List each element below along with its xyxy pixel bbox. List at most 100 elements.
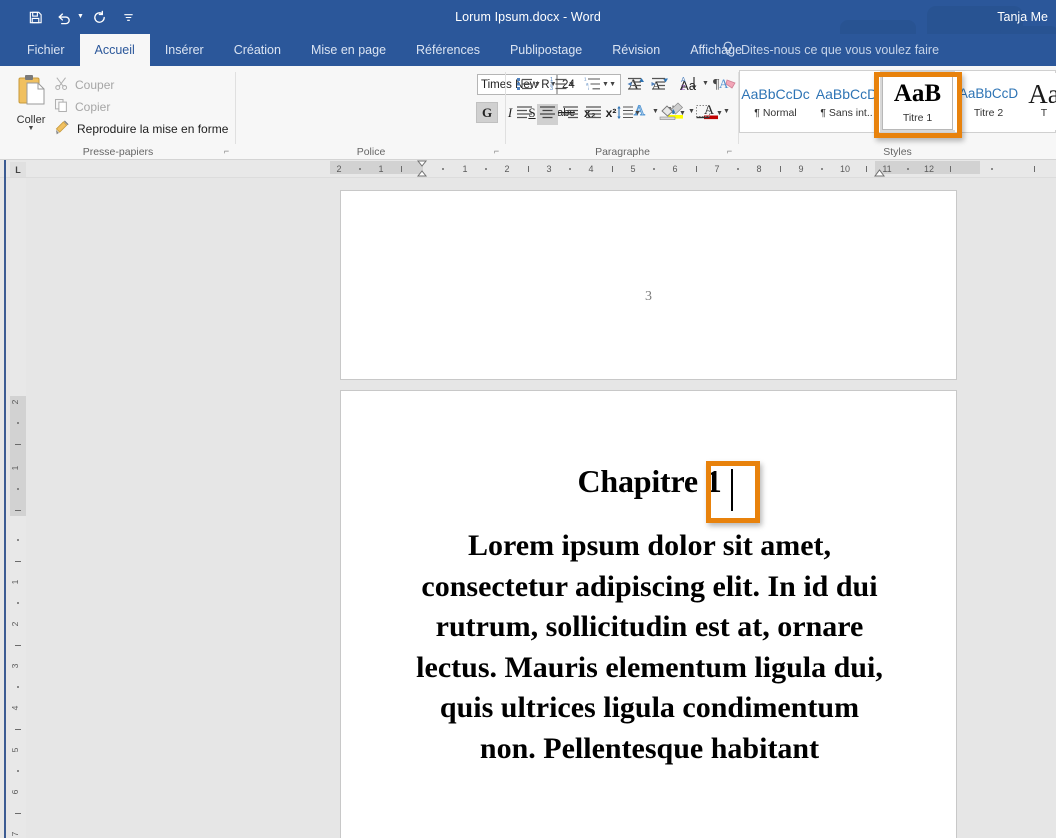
paste-dropdown-icon[interactable]: ▼ xyxy=(28,125,35,132)
tell-me-box[interactable]: Dites-nous ce que vous voulez faire xyxy=(722,34,939,66)
svg-text:A: A xyxy=(681,77,686,84)
paste-button[interactable]: Coller ▼ xyxy=(8,70,54,134)
style-normal-sample: AaBbCcDc xyxy=(741,85,809,103)
bullet-list-button[interactable] xyxy=(514,75,535,96)
horizontal-ruler[interactable]: 21 123 456 789 101112 xyxy=(0,160,1056,178)
justify-button[interactable] xyxy=(583,104,604,125)
align-left-icon xyxy=(516,105,533,124)
sort-button[interactable]: A Z xyxy=(678,75,702,96)
group-styles: AaBbCcDc ¶ Normal AaBbCcD ¶ Sans int.. A… xyxy=(739,66,1056,160)
style-titre-1-sample: AaB xyxy=(894,80,941,108)
style-sans-interligne-label: ¶ Sans int.. xyxy=(820,107,872,119)
line-spacing-dropdown-icon[interactable]: ▼ xyxy=(634,110,641,117)
svg-text:1: 1 xyxy=(10,465,20,470)
document-text[interactable]: Chapitre 1 Lorem ipsum dolor sit amet, c… xyxy=(411,463,888,769)
align-right-button[interactable] xyxy=(560,104,581,125)
svg-text:2: 2 xyxy=(10,399,20,404)
shading-bucket-icon xyxy=(658,104,678,126)
shading-button[interactable] xyxy=(656,104,679,125)
style-titre-next[interactable]: Aa T xyxy=(1024,73,1056,130)
account-name[interactable]: Tanja Me xyxy=(997,0,1048,34)
vertical-ruler[interactable]: 2 1 1 2 3 4 5 6 7 xyxy=(10,178,26,838)
cut-button[interactable]: Couper xyxy=(54,74,114,95)
tab-references[interactable]: Références xyxy=(401,34,495,66)
svg-text:7: 7 xyxy=(714,164,719,174)
svg-text:3: 3 xyxy=(10,663,20,668)
font-dialog-launcher[interactable]: ⌐ xyxy=(491,146,502,157)
align-center-icon xyxy=(539,105,556,124)
style-titre-1[interactable]: AaB Titre 1 xyxy=(882,73,953,130)
clipboard-dialog-launcher[interactable]: ⌐ xyxy=(221,146,232,157)
svg-text:8: 8 xyxy=(756,164,761,174)
copy-button[interactable]: Copier xyxy=(54,96,110,117)
justify-icon xyxy=(585,105,602,124)
clipboard-group-label: Presse-papiers xyxy=(0,146,236,158)
document-heading-number: 1 xyxy=(706,463,722,499)
borders-button[interactable] xyxy=(693,104,714,125)
style-sans-interligne-sample: AaBbCcD xyxy=(816,85,877,103)
tab-revision[interactable]: Révision xyxy=(597,34,675,66)
borders-dropdown-icon[interactable]: ▼ xyxy=(716,110,723,117)
svg-text:3: 3 xyxy=(546,164,551,174)
style-normal[interactable]: AaBbCcDc ¶ Normal xyxy=(740,73,811,130)
bullet-list-dropdown-icon[interactable]: ▼ xyxy=(534,81,541,88)
show-formatting-marks-button[interactable]: ¶ xyxy=(708,75,729,96)
tab-fichier[interactable]: Fichier xyxy=(12,34,80,66)
multilevel-list-icon: 1ai xyxy=(584,76,601,96)
tab-publipostage[interactable]: Publipostage xyxy=(495,34,597,66)
customize-qat-icon[interactable] xyxy=(116,5,142,29)
tab-accueil[interactable]: Accueil xyxy=(80,34,150,66)
cut-label: Couper xyxy=(75,78,114,92)
svg-text:7: 7 xyxy=(10,831,20,836)
increase-indent-button[interactable] xyxy=(648,75,669,96)
page-previous: 3 xyxy=(340,190,957,380)
decrease-indent-icon xyxy=(626,76,643,96)
page-current[interactable]: Chapitre 1 Lorem ipsum dolor sit amet, c… xyxy=(340,390,957,838)
copy-icon xyxy=(54,98,69,116)
numbered-list-dropdown-icon[interactable]: ▼ xyxy=(568,81,575,88)
paragraph-dialog-launcher[interactable]: ⌐ xyxy=(724,146,735,157)
svg-text:5: 5 xyxy=(10,747,20,752)
ribbon-tab-strip: Fichier Accueil Insérer Création Mise en… xyxy=(0,34,1056,66)
numbered-list-button[interactable]: 123 xyxy=(548,75,569,96)
style-titre-2[interactable]: AaBbCcD Titre 2 xyxy=(953,73,1024,130)
lightbulb-icon xyxy=(722,41,734,59)
styles-group-label: Styles xyxy=(739,146,1056,158)
quick-access-toolbar: ▼ xyxy=(22,5,142,29)
bold-button[interactable]: G xyxy=(476,102,498,123)
borders-icon xyxy=(695,104,712,125)
text-cursor xyxy=(731,469,733,511)
svg-text:6: 6 xyxy=(10,789,20,794)
tab-inserer[interactable]: Insérer xyxy=(150,34,219,66)
left-edge-accent xyxy=(4,160,6,838)
window-title: Lorum Ipsum.docx - Word xyxy=(0,0,1056,34)
multilevel-list-button[interactable]: 1ai xyxy=(582,75,603,96)
format-painter-button[interactable]: Reproduire la mise en forme xyxy=(54,118,228,139)
style-sans-interligne[interactable]: AaBbCcD ¶ Sans int.. xyxy=(811,73,882,130)
save-icon[interactable] xyxy=(22,5,48,29)
paragraph-group-label: Paragraphe xyxy=(506,146,739,158)
ribbon: Coller ▼ Couper xyxy=(0,66,1056,160)
align-center-button[interactable] xyxy=(537,104,558,125)
line-spacing-button[interactable] xyxy=(614,104,635,125)
svg-text:3: 3 xyxy=(550,86,553,91)
style-titre-next-label: T xyxy=(1041,107,1047,119)
tab-stop-selector[interactable]: L xyxy=(10,162,26,177)
svg-text:i: i xyxy=(588,86,589,91)
format-painter-icon xyxy=(54,120,71,138)
document-paragraph: Lorem ipsum dolor sit amet, consectetur … xyxy=(411,526,888,769)
numbered-list-icon: 123 xyxy=(550,76,567,96)
shading-dropdown-icon[interactable]: ▼ xyxy=(679,110,686,117)
undo-icon[interactable] xyxy=(51,5,77,29)
tab-mise-en-page[interactable]: Mise en page xyxy=(296,34,401,66)
align-left-button[interactable] xyxy=(514,104,535,125)
group-paragraph: ▼ 123 ▼ 1ai xyxy=(506,66,739,160)
redo-icon[interactable] xyxy=(87,5,113,29)
multilevel-list-dropdown-icon[interactable]: ▼ xyxy=(602,81,609,88)
undo-dropdown-icon[interactable]: ▼ xyxy=(77,5,84,29)
scissors-icon xyxy=(54,76,69,94)
decrease-indent-button[interactable] xyxy=(624,75,645,96)
svg-text:5: 5 xyxy=(630,164,635,174)
tab-creation[interactable]: Création xyxy=(219,34,296,66)
horizontal-ruler-ticks: 21 123 456 789 101112 xyxy=(330,160,1056,178)
